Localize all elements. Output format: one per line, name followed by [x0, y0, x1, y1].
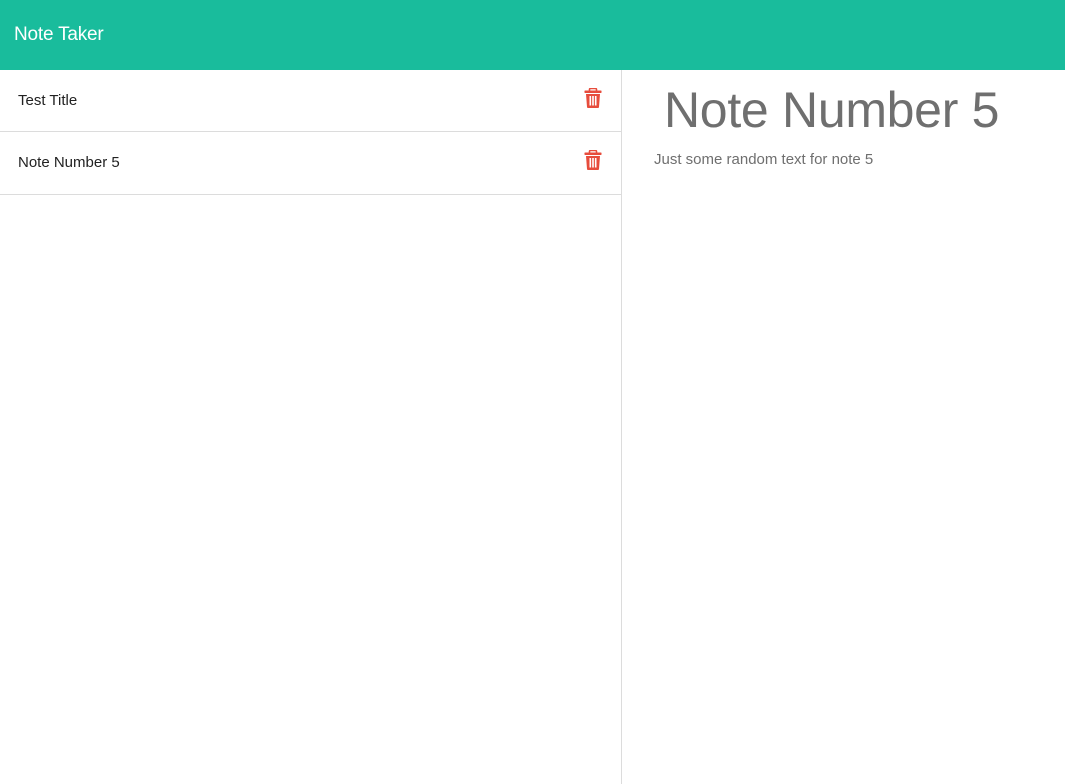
trash-icon[interactable]	[584, 150, 602, 170]
list-item[interactable]: Note Number 5	[0, 132, 621, 195]
note-title-field[interactable]: Note Number 5	[664, 80, 999, 140]
note-list: Test Title Note Number 5	[0, 70, 621, 195]
brand-title[interactable]: Note Taker	[14, 22, 104, 48]
note-title: Test Title	[18, 92, 78, 109]
note-editor: Note Number 5 Just some random text for …	[622, 70, 1065, 784]
navbar: Note Taker	[0, 0, 1065, 70]
note-text-field[interactable]: Just some random text for note 5	[654, 150, 873, 170]
note-list-panel: Test Title Note Number 5	[0, 70, 622, 784]
note-title: Note Number 5	[18, 154, 120, 171]
trash-icon[interactable]	[584, 88, 602, 108]
list-item[interactable]: Test Title	[0, 70, 621, 132]
